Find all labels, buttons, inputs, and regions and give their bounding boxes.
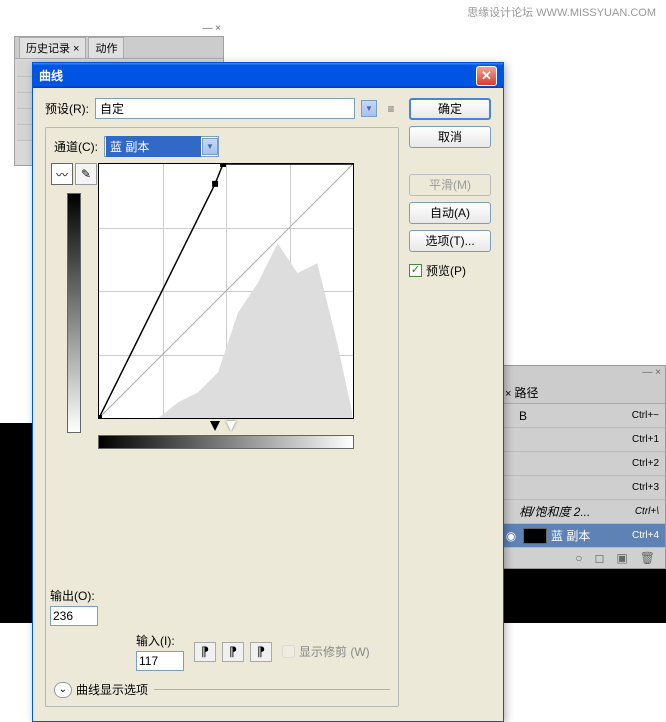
dialog-title: 曲线 [39,67,476,84]
palette-window-controls[interactable]: — × [642,367,661,378]
options-button[interactable]: 选项(T)... [409,230,491,252]
palette-window-controls[interactable]: — × [202,23,221,34]
delete-icon[interactable]: 🗑 [640,551,655,565]
close-button[interactable]: ✕ [476,66,497,86]
output-gradient [67,193,81,433]
black-eyedropper-icon[interactable]: ⁋ [194,642,216,662]
visibility-icon[interactable]: ◉ [503,529,519,543]
curves-graph[interactable] [98,163,354,419]
curve-tool-icon[interactable]: 〰 [51,163,73,185]
new-channel-icon[interactable]: ▣ [616,551,627,565]
black-point-slider[interactable] [210,421,220,431]
output-input[interactable] [50,606,98,626]
channel-combo[interactable]: 蓝 副本 ▼ [104,136,219,157]
preview-label: 预览(P) [426,262,466,279]
chevron-down-icon[interactable]: ▼ [202,138,218,155]
ok-button[interactable]: 确定 [409,98,491,120]
gray-eyedropper-icon[interactable]: ⁋ [222,642,244,662]
auto-button[interactable]: 自动(A) [409,202,491,224]
channel-label: 通道(C): [54,138,98,155]
expand-label[interactable]: 曲线显示选项 [76,681,148,698]
preset-menu-icon[interactable]: ≡ [383,102,399,116]
channel-row-blue-copy[interactable]: ◉蓝 副本Ctrl+4 [497,524,665,548]
curves-dialog: 曲线 ✕ 预设(R): 自定 ▼ ≡ 通道(C): 蓝 副本 ▼ [32,62,504,722]
input-input[interactable] [136,651,184,671]
input-gradient [98,435,354,449]
pencil-tool-icon[interactable]: ✎ [75,163,97,185]
watermark-text: 思缘设计论坛 WWW.MISSYUAN.COM [467,4,656,20]
channel-row-red[interactable]: Ctrl+1 [497,428,665,452]
load-selection-icon[interactable]: ○ [575,551,582,565]
output-label: 输出(O): [50,587,98,604]
channel-thumb [523,528,547,544]
preview-checkbox[interactable]: ✓ [409,264,422,277]
tab-history[interactable]: 历史记录 × [19,37,86,59]
tab-actions[interactable]: 动作 [88,37,124,59]
save-selection-icon[interactable]: ◻ [594,551,604,565]
channel-row-rgb[interactable]: BCtrl+~ [497,404,665,428]
channels-palette: — × × 路径 BCtrl+~ Ctrl+1 Ctrl+2 Ctrl+3 相/… [496,365,666,569]
preset-combo[interactable]: 自定 [95,98,355,119]
channel-row-blue[interactable]: Ctrl+3 [497,476,665,500]
preset-label: 预设(R): [45,100,89,117]
titlebar[interactable]: 曲线 ✕ [33,63,503,88]
cancel-button[interactable]: 取消 [409,126,491,148]
white-point-slider[interactable] [226,421,236,431]
chevron-down-icon[interactable]: ▼ [361,100,377,117]
show-clipping-checkbox: 显示修剪 (W) [282,643,370,660]
input-label: 输入(I): [136,632,184,649]
channel-row-green[interactable]: Ctrl+2 [497,452,665,476]
tab-paths[interactable]: × 路径 [497,382,665,404]
white-eyedropper-icon[interactable]: ⁋ [250,642,272,662]
channel-row-huesat[interactable]: 相/饱和度 2...Ctrl+\ [497,500,665,524]
smooth-button: 平滑(M) [409,174,491,196]
expand-toggle-icon[interactable]: ⌄ [54,682,72,698]
